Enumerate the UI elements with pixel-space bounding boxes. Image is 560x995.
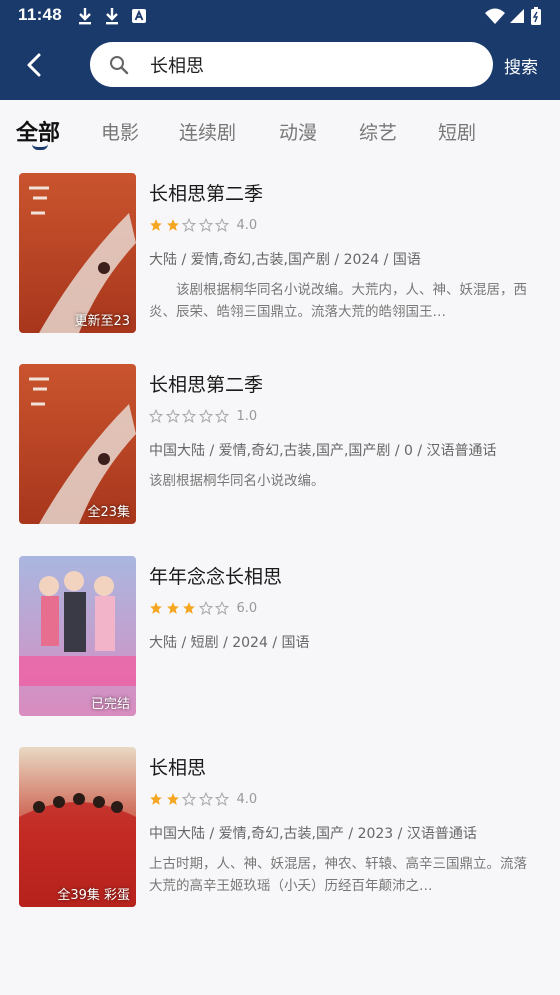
back-button[interactable] — [18, 50, 52, 80]
star-filled-icon — [166, 602, 179, 614]
signal-icon — [510, 9, 524, 23]
episode-badge: 已完结 — [90, 697, 130, 712]
battery-icon — [531, 7, 541, 25]
rating-stars: 1.0 — [149, 408, 257, 424]
active-tab-indicator — [32, 144, 48, 150]
rating-score: 6.0 — [236, 600, 258, 616]
result-item[interactable]: 已完结 年年念念长相思 6.0 大陆 / 短剧 / 2024 / 国语 — [0, 556, 560, 718]
tab-anime[interactable]: 动漫 — [279, 118, 317, 145]
star-empty-icon — [182, 409, 196, 423]
poster-image: 全39集 彩蛋 — [19, 747, 136, 907]
star-empty-icon — [215, 601, 229, 615]
star-empty-icon — [165, 409, 180, 423]
rating-score: 4.0 — [236, 217, 258, 233]
star-empty-icon — [149, 409, 163, 423]
star-empty-icon — [198, 409, 213, 423]
result-title: 长相思 — [149, 757, 207, 779]
result-meta: 大陆 / 短剧 / 2024 / 国语 — [149, 635, 310, 651]
star-empty-icon — [215, 792, 229, 806]
result-description: 该剧根据桐华同名小说改编。大荒内，人、神、妖混居，西炎、辰荣、皓翎三国鼎立。流落… — [149, 282, 527, 320]
result-description: 该剧根据桐华同名小说改编。 — [149, 473, 325, 489]
star-empty-icon — [215, 218, 229, 232]
poster-image: 更新至23 — [19, 173, 136, 333]
result-title: 长相思第二季 — [149, 374, 264, 396]
result-description: 上古时期，人、神、妖混居，神农、轩辕、高辛三国鼎立。流落大荒的高辛王姬玖瑶（小夭… — [149, 856, 527, 894]
rating-score: 1.0 — [236, 408, 258, 424]
star-empty-icon — [198, 792, 213, 806]
result-item[interactable]: 全39集 彩蛋 长相思 4.0 中国大陆 / 爱情,奇幻,古装,国产 / 202… — [0, 747, 560, 909]
result-title: 长相思第二季 — [149, 183, 264, 205]
result-meta: 中国大陆 / 爱情,奇幻,古装,国产,国产剧 / 0 / 汉语普通话 — [149, 443, 497, 459]
result-title: 年年念念长相思 — [149, 566, 283, 588]
download-icon — [79, 8, 91, 25]
episode-badge: 更新至23 — [74, 314, 130, 329]
wifi-icon — [485, 8, 505, 24]
rating-stars: 4.0 — [149, 217, 257, 233]
search-input[interactable]: 长相思 — [90, 42, 493, 87]
result-meta: 中国大陆 / 爱情,奇幻,古装,国产 / 2023 / 汉语普通话 — [149, 826, 477, 842]
tab-movie[interactable]: 电影 — [101, 118, 139, 145]
category-tabs: 全部 电影 连续剧 动漫 综艺 短剧 — [0, 100, 560, 162]
tab-variety[interactable]: 综艺 — [359, 118, 397, 145]
star-empty-icon — [198, 218, 213, 232]
rating-score: 4.0 — [236, 791, 258, 807]
poster-image: 已完结 — [19, 556, 136, 716]
star-filled-icon — [166, 219, 179, 231]
search-icon — [110, 56, 129, 75]
rating-stars: 6.0 — [149, 600, 257, 616]
status-bar: 11:48 — [0, 0, 560, 32]
tab-series[interactable]: 连续剧 — [179, 118, 236, 145]
download-icon — [106, 8, 118, 25]
star-filled-icon — [150, 602, 162, 614]
star-empty-icon — [198, 601, 213, 615]
episode-badge: 全39集 彩蛋 — [57, 888, 130, 903]
result-item[interactable]: 全23集 长相思第二季 1.0 中国大陆 / 爱情,奇幻,古装,国产,国产剧 /… — [0, 364, 560, 526]
app-header: 11:48 长相思 搜索 — [0, 0, 560, 100]
tab-all[interactable]: 全部 — [16, 115, 60, 147]
search-button[interactable]: 搜索 — [504, 53, 538, 78]
tab-short-drama[interactable]: 短剧 — [438, 118, 476, 145]
star-filled-icon — [166, 793, 179, 805]
star-empty-icon — [182, 218, 196, 232]
star-empty-icon — [182, 792, 196, 806]
episode-badge: 全23集 — [87, 505, 130, 520]
star-filled-icon — [150, 219, 162, 231]
star-empty-icon — [215, 409, 229, 423]
status-time: 11:48 — [18, 5, 63, 24]
star-filled-icon — [150, 793, 162, 805]
app-a-icon — [132, 9, 146, 23]
star-filled-icon — [183, 602, 195, 614]
poster-image: 全23集 — [19, 364, 136, 524]
search-query: 长相思 — [150, 56, 204, 77]
rating-stars: 4.0 — [149, 791, 257, 807]
result-meta: 大陆 / 爱情,奇幻,古装,国产剧 / 2024 / 国语 — [149, 252, 421, 268]
result-item[interactable]: 更新至23 长相思第二季 4.0 大陆 / 爱情,奇幻,古装,国产剧 / 202… — [0, 173, 560, 335]
